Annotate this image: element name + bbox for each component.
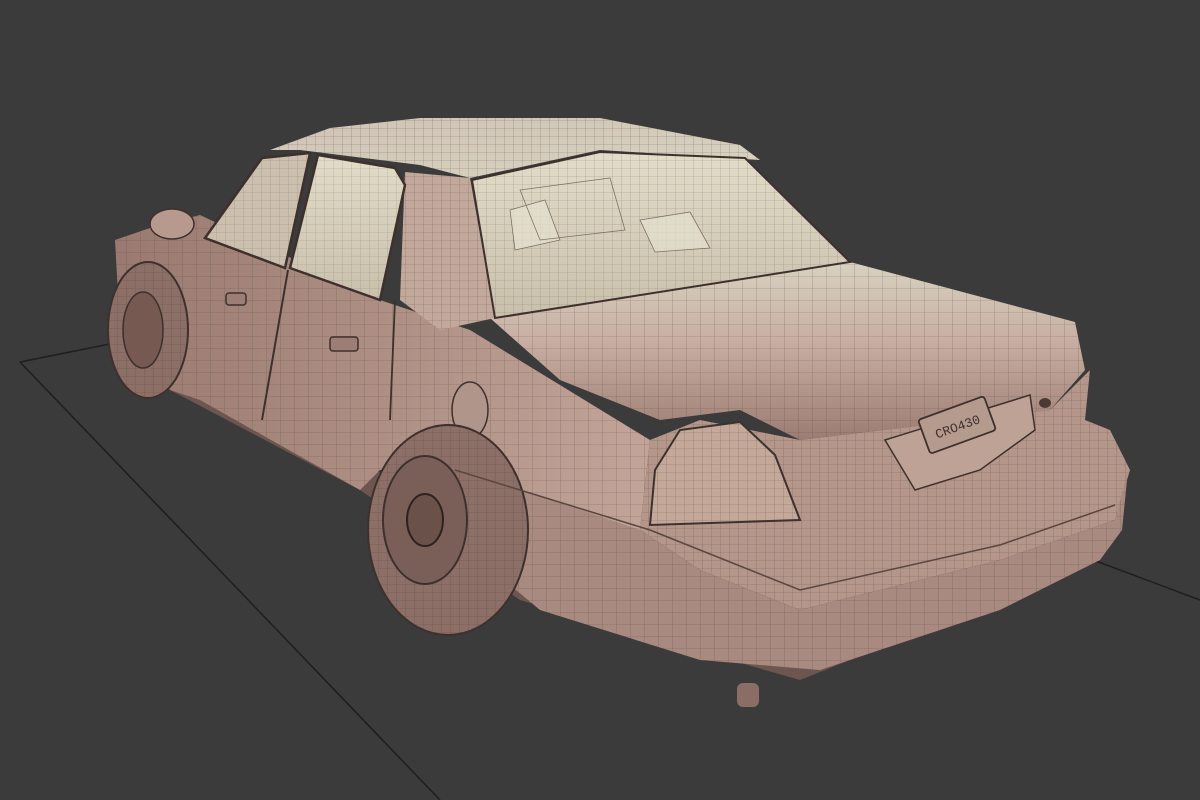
wheel-hub [406, 493, 444, 547]
car-model[interactable]: CRO430 [107, 118, 1130, 707]
3d-viewport[interactable]: CRO430 [0, 0, 1200, 800]
front-door-handle [225, 292, 247, 306]
rear-door-handle [329, 336, 359, 352]
exhaust-pipe [737, 683, 759, 707]
reverse-light [1039, 398, 1051, 408]
viewport-canvas[interactable]: CRO430 [0, 0, 1200, 800]
rear-wheel [367, 424, 529, 636]
side-mirror [149, 208, 195, 240]
front-wheel [107, 261, 189, 399]
